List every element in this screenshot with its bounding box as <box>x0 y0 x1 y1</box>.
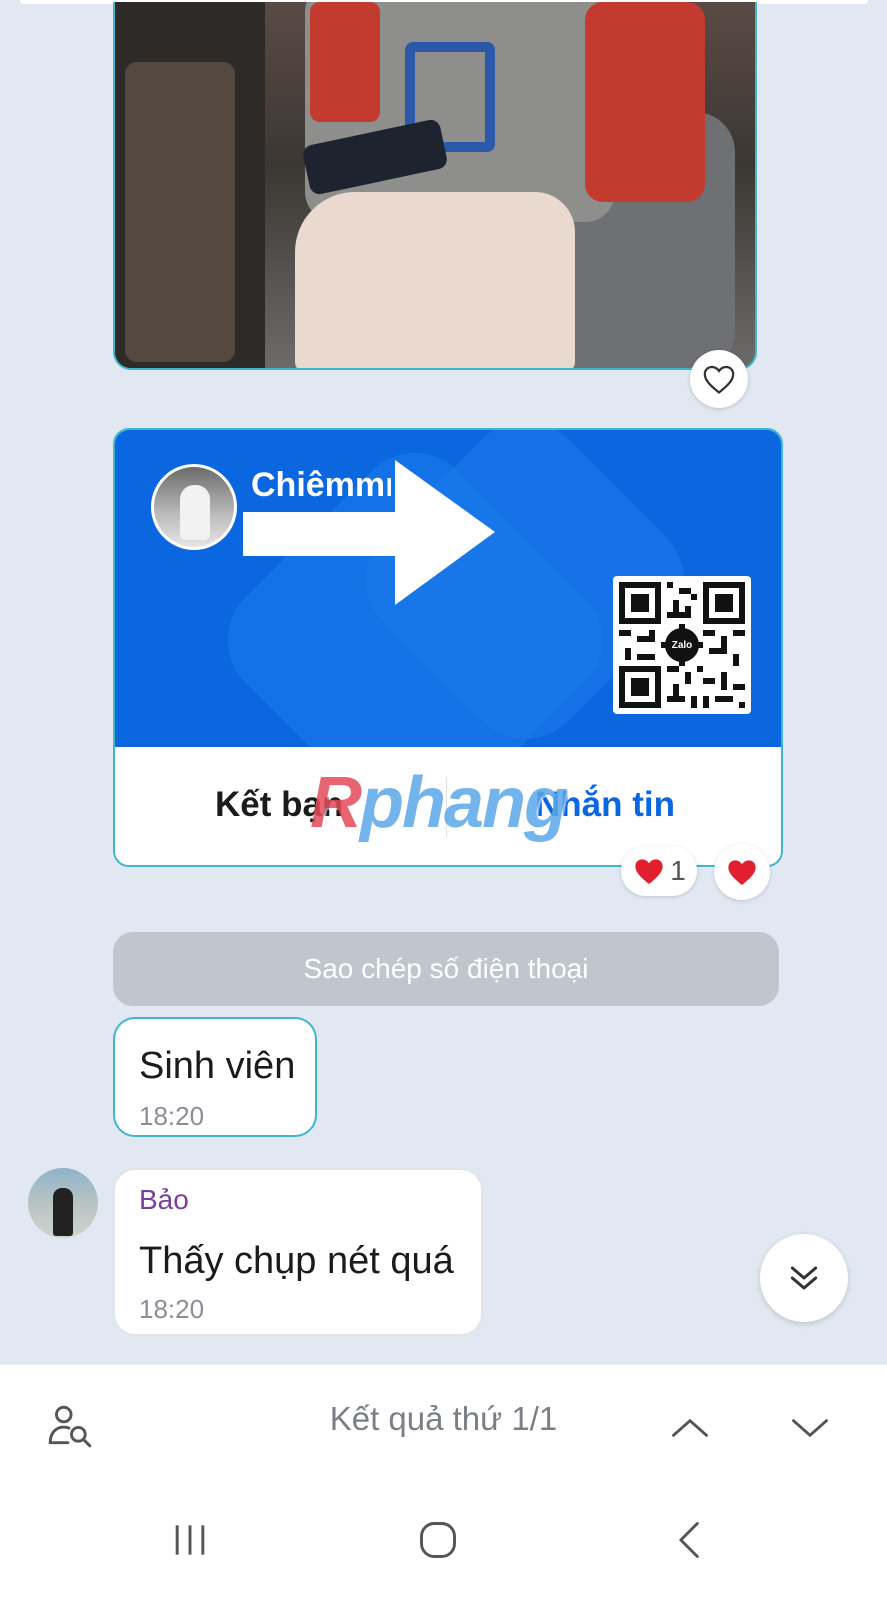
contact-card-header: Chiêmmm Zalo <box>115 430 781 747</box>
reaction-count: 1 <box>670 855 686 886</box>
qr-logo: Zalo <box>665 628 699 662</box>
home-button[interactable] <box>408 1512 468 1568</box>
heart-icon <box>635 859 663 884</box>
qr-code[interactable]: Zalo <box>613 576 751 714</box>
react-heart-button[interactable] <box>714 844 770 900</box>
contact-avatar[interactable] <box>151 464 237 550</box>
contact-card[interactable]: Chiêmmm Zalo <box>113 428 783 867</box>
avatar-figure <box>53 1188 73 1236</box>
recent-apps-button[interactable] <box>160 1512 220 1568</box>
watermark-letter: R <box>310 763 362 843</box>
previous-result-button[interactable] <box>660 1398 720 1458</box>
message-text: Sinh viên <box>139 1045 296 1087</box>
reaction-count-badge[interactable]: 1 <box>621 846 697 896</box>
photo-shirt-stripe <box>310 2 380 122</box>
next-result-button[interactable] <box>780 1398 840 1458</box>
heart-icon <box>728 860 756 885</box>
message-time: 18:20 <box>139 1294 205 1324</box>
message-bubble-received[interactable]: Bảo Thấy chụp nét quá 18:20 <box>113 1168 483 1336</box>
copy-phone-button[interactable]: Sao chép số điện thoại <box>113 932 779 1006</box>
message-time: 18:20 <box>139 1101 205 1131</box>
photo-bag <box>295 192 575 368</box>
back-icon <box>679 1522 699 1558</box>
arrow-annotation-icon <box>243 460 495 605</box>
home-icon <box>420 1522 456 1558</box>
photo-message[interactable] <box>113 2 757 370</box>
double-chevron-down-icon <box>790 1266 818 1290</box>
scroll-to-bottom-button[interactable] <box>760 1234 848 1322</box>
message-bubble-sent[interactable]: Sinh viên 18:20 <box>113 1017 317 1137</box>
message-text: Thấy chụp nét quá <box>139 1240 454 1282</box>
recents-icon <box>175 1525 205 1555</box>
avatar-figure <box>180 485 210 540</box>
react-heart-button[interactable] <box>690 350 748 408</box>
heart-outline-icon <box>703 365 735 394</box>
photo-shirt-stripe <box>585 2 705 202</box>
sender-name: Bảo <box>139 1184 189 1215</box>
avatar[interactable] <box>28 1168 98 1238</box>
chevron-up-icon <box>672 1419 708 1437</box>
photo-bg <box>125 62 235 362</box>
watermark-text: phang <box>360 763 568 843</box>
divider <box>0 1364 887 1365</box>
watermark-logo: Rphang <box>310 762 568 844</box>
chevron-down-icon <box>792 1419 828 1437</box>
search-result-text: Kết quả thứ 1/1 <box>329 1400 558 1437</box>
back-button[interactable] <box>660 1512 720 1568</box>
